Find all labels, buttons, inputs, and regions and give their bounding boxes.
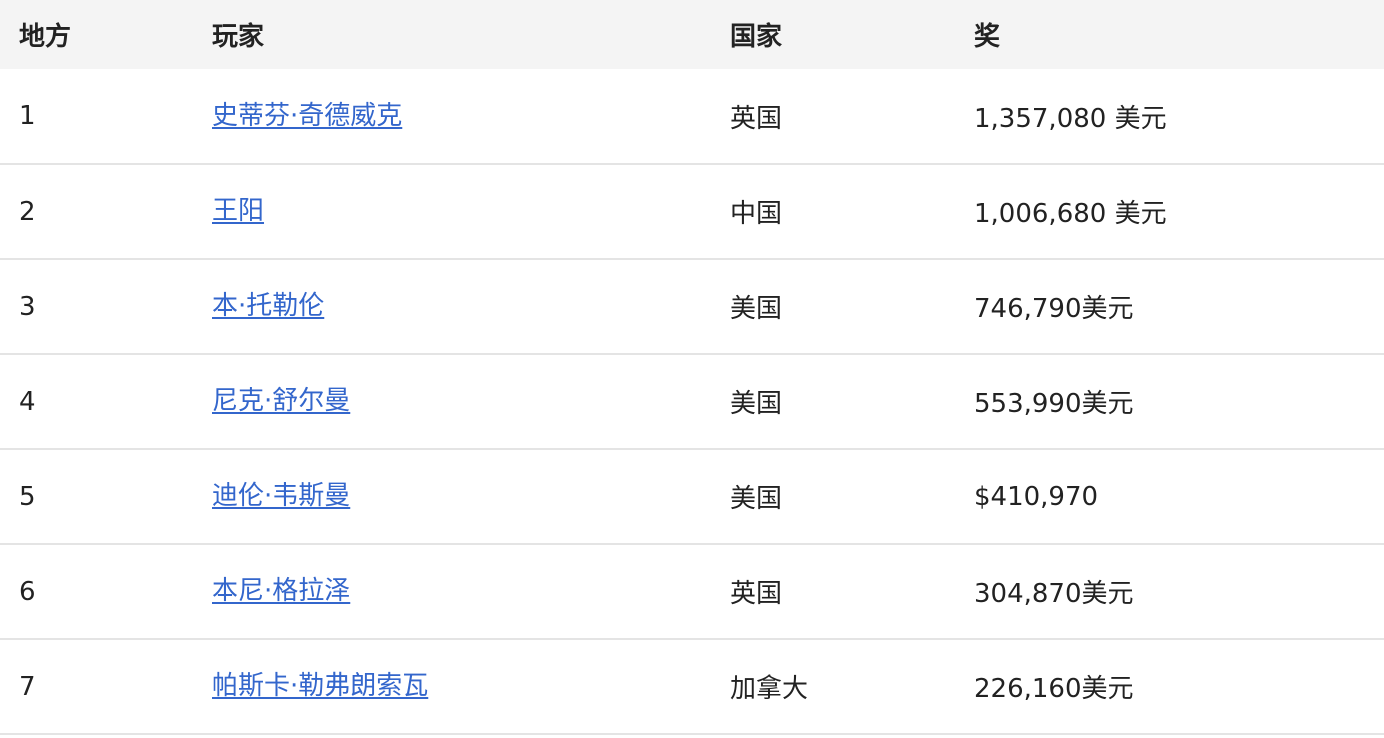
- prize-cell: 1,006,680 美元: [955, 164, 1384, 260]
- country-cell: 美国: [711, 259, 955, 355]
- country-cell: 美国: [711, 354, 955, 450]
- place-cell: 6: [0, 544, 193, 640]
- player-link[interactable]: 迪伦·韦斯曼: [212, 481, 350, 511]
- place-cell: 2: [0, 164, 193, 260]
- player-link[interactable]: 本尼·格拉泽: [212, 576, 350, 606]
- player-cell: 王阳: [193, 164, 711, 260]
- player-cell: 本尼·格拉泽: [193, 544, 711, 640]
- place-cell: 5: [0, 449, 193, 545]
- table-row: 7 帕斯卡·勒弗朗索瓦 加拿大 226,160美元: [0, 639, 1384, 735]
- country-cell: 英国: [711, 544, 955, 640]
- player-link[interactable]: 尼克·舒尔曼: [212, 386, 350, 416]
- header-player: 玩家: [193, 0, 711, 69]
- table-row: 6 本尼·格拉泽 英国 304,870美元: [0, 544, 1384, 640]
- country-cell: 美国: [711, 449, 955, 545]
- prize-cell: $410,970: [955, 449, 1384, 545]
- player-cell: 史蒂芬·奇德威克: [193, 69, 711, 165]
- player-cell: 迪伦·韦斯曼: [193, 449, 711, 545]
- player-link[interactable]: 史蒂芬·奇德威克: [212, 101, 402, 131]
- place-cell: 4: [0, 354, 193, 450]
- place-cell: 7: [0, 639, 193, 735]
- player-cell: 尼克·舒尔曼: [193, 354, 711, 450]
- table-body: 1 史蒂芬·奇德威克 英国 1,357,080 美元 2 王阳 中国 1,006…: [0, 69, 1384, 735]
- player-link[interactable]: 王阳: [212, 196, 264, 226]
- table-header: 地方 玩家 国家 奖: [0, 0, 1384, 69]
- header-country: 国家: [711, 0, 955, 69]
- table-row: 5 迪伦·韦斯曼 美国 $410,970: [0, 449, 1384, 545]
- country-cell: 中国: [711, 164, 955, 260]
- country-cell: 英国: [711, 69, 955, 165]
- table-row: 1 史蒂芬·奇德威克 英国 1,357,080 美元: [0, 69, 1384, 165]
- header-prize: 奖: [955, 0, 1384, 69]
- place-cell: 3: [0, 259, 193, 355]
- player-cell: 帕斯卡·勒弗朗索瓦: [193, 639, 711, 735]
- place-cell: 1: [0, 69, 193, 165]
- player-cell: 本·托勒伦: [193, 259, 711, 355]
- table-row: 4 尼克·舒尔曼 美国 553,990美元: [0, 354, 1384, 450]
- prize-cell: 553,990美元: [955, 354, 1384, 450]
- player-link[interactable]: 本·托勒伦: [212, 291, 324, 321]
- table-row: 3 本·托勒伦 美国 746,790美元: [0, 259, 1384, 355]
- results-table: 地方 玩家 国家 奖 1 史蒂芬·奇德威克 英国 1,357,080 美元 2 …: [0, 0, 1384, 735]
- prize-cell: 1,357,080 美元: [955, 69, 1384, 165]
- table-row: 2 王阳 中国 1,006,680 美元: [0, 164, 1384, 260]
- country-cell: 加拿大: [711, 639, 955, 735]
- header-row: 地方 玩家 国家 奖: [0, 0, 1384, 69]
- player-link[interactable]: 帕斯卡·勒弗朗索瓦: [212, 671, 428, 701]
- prize-cell: 304,870美元: [955, 544, 1384, 640]
- header-place: 地方: [0, 0, 193, 69]
- prize-cell: 746,790美元: [955, 259, 1384, 355]
- prize-cell: 226,160美元: [955, 639, 1384, 735]
